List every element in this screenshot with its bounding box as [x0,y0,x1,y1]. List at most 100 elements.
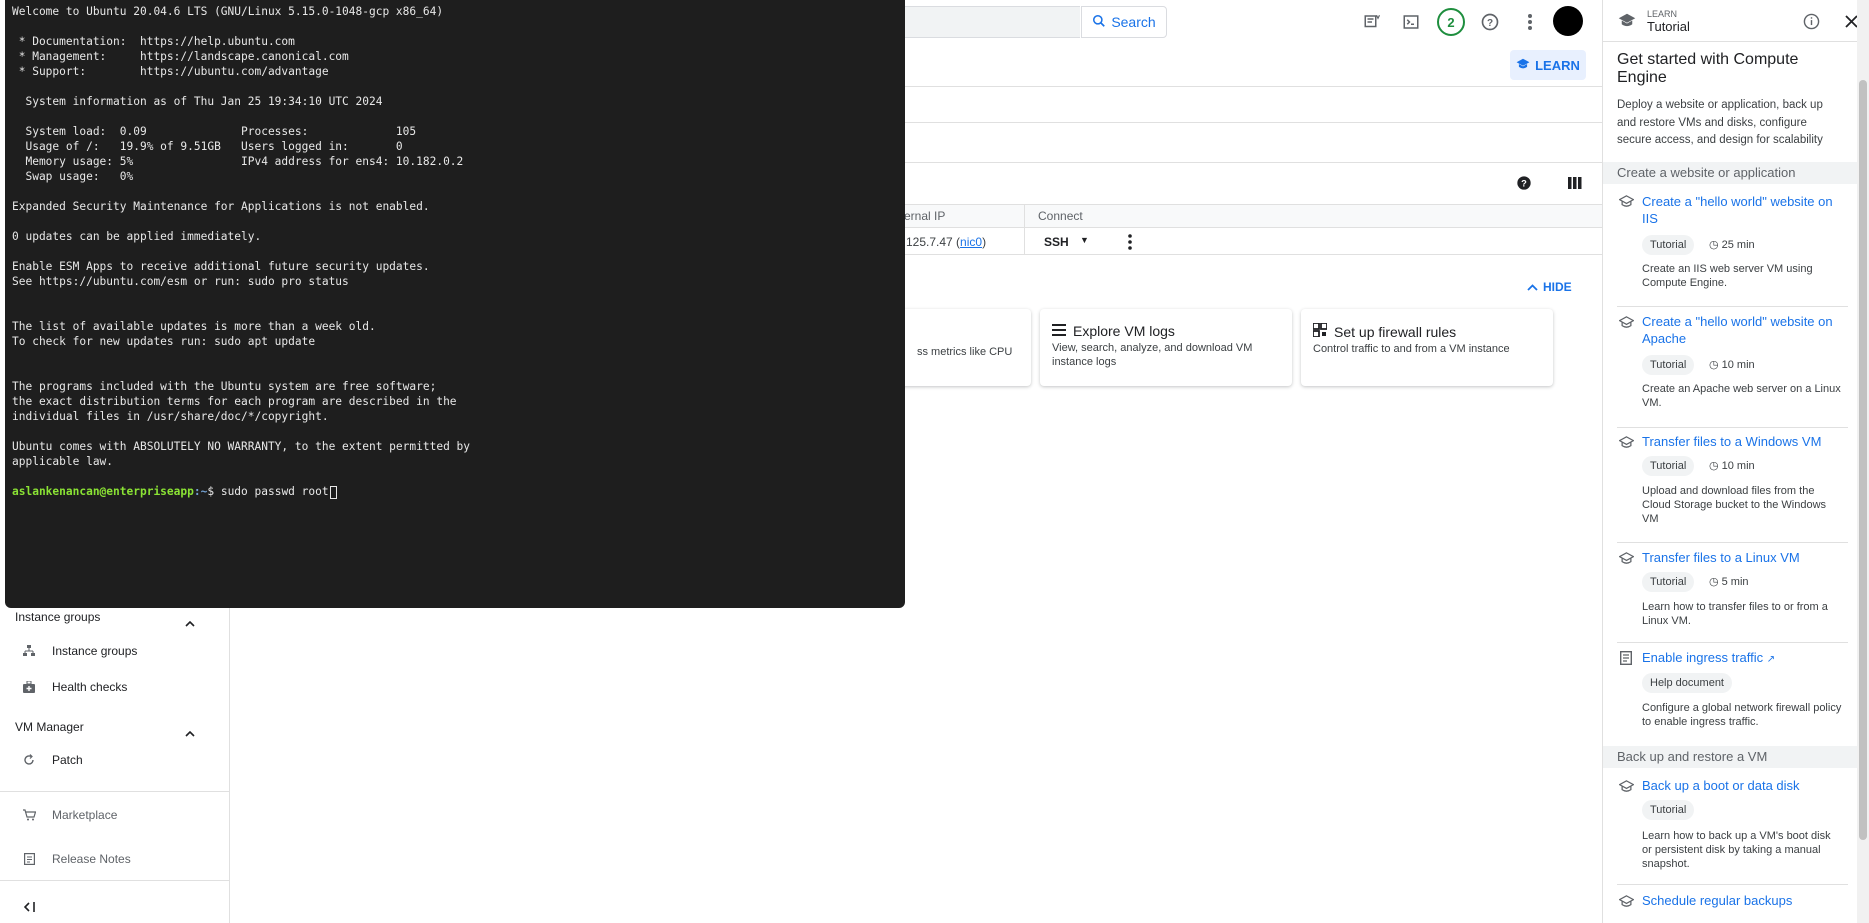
table-header: ernal IP Connect [900,204,1602,229]
terminal-cursor [329,485,337,499]
terminal-line: Swap usage: 0% [12,170,134,183]
scrollbar-thumb[interactable] [1859,80,1867,840]
cloud-shell-icon[interactable] [1399,10,1423,34]
tutorial-link[interactable]: Transfer files to a Windows VM [1642,433,1847,450]
tutorial-link[interactable]: Back up a boot or data disk [1642,777,1847,794]
terminal-prompt-line[interactable]: aslankenancan@enterpriseapp:~$ sudo pass… [12,485,337,499]
divider [1603,41,1858,42]
panel-title: Tutorial [1647,19,1690,34]
sidebar-item-label: Marketplace [52,808,118,822]
panel-kicker: LEARN [1647,9,1678,19]
table-row: 125.7.47 (nic0) SSH ▼ [900,229,1602,255]
panel-intro: Deploy a website or application, back up… [1617,99,1823,146]
prompt-path: :~ [193,485,208,498]
terminal-line: * Support: https://ubuntu.com/advantage [12,65,329,78]
tutorial-link[interactable]: Transfer files to a Linux VM [1642,549,1847,566]
sidebar-item-patch[interactable]: Patch [22,753,83,767]
document-icon [1618,650,1634,666]
announcement-icon[interactable] [1360,10,1384,34]
panel-heading: Get started with Compute Engine [1617,51,1799,86]
clock-icon: ◷ [1709,460,1719,472]
ssh-dropdown-icon[interactable]: ▼ [1080,235,1089,245]
avatar[interactable] [1553,6,1583,36]
ssh-terminal-window[interactable]: Welcome to Ubuntu 20.04.6 LTS (GNU/Linux… [5,0,905,608]
tutorial-link[interactable]: Schedule regular backups [1642,892,1847,909]
columns-icon[interactable] [1568,176,1586,192]
tutorial-desc: Configure a global network firewall poli… [1642,702,1842,728]
section-header: Create a website or application [1603,162,1858,184]
type-chip: Tutorial [1642,800,1695,820]
terminal-line: applicable law. [12,455,114,468]
terminal-line: Memory usage: 5% IPv4 address for ens4: … [12,155,464,168]
search-button[interactable]: Search [1081,6,1167,38]
help-icon[interactable]: ? [1478,10,1502,34]
svg-text:?: ? [1487,18,1493,29]
hide-button-label: HIDE [1543,280,1572,294]
tutorial-link[interactable]: Create a "hello world" website on IIS [1642,193,1847,227]
terminal-line: See https://ubuntu.com/esm or run: sudo … [12,275,349,288]
divider [1617,884,1848,885]
tutorial-desc: Learn how to back up a VM's boot disk or… [1642,830,1831,870]
tutorial-desc: Learn how to transfer files to or from a… [1642,601,1828,627]
prompt-user: aslankenancan@enterpriseapp [12,485,194,498]
help-doc-link[interactable]: Enable ingress traffic ↗ [1642,649,1847,668]
ssh-button[interactable]: SSH [1044,235,1069,249]
notes-icon [22,852,36,866]
type-chip: Tutorial [1642,572,1695,592]
tutorial-desc: Create an Apache web server on a Linux V… [1642,383,1841,409]
school-icon [1618,13,1636,33]
external-link-icon: ↗ [1766,654,1776,665]
terminal-command[interactable]: sudo passwd root [221,485,329,498]
nic-link[interactable]: nic0 [960,235,982,249]
sidebar-item-marketplace[interactable]: Marketplace [22,808,117,822]
more-vert-icon[interactable] [1518,10,1542,34]
clock-icon: ◷ [1709,239,1719,251]
chevron-up-icon [1527,280,1538,294]
sidebar-item-instance-groups[interactable]: Instance groups [22,644,137,658]
more-vert-icon[interactable] [1128,234,1132,253]
card-desc: View, search, analyze, and download VM i… [1052,342,1253,368]
info-icon[interactable] [1803,13,1820,35]
nav-section-vm-manager[interactable]: VM Manager [15,720,84,734]
type-chip: Tutorial [1642,456,1695,476]
search-button-label: Search [1111,14,1156,30]
terminal-line: The programs included with the Ubuntu sy… [12,380,437,393]
divider [1617,542,1848,543]
search-input[interactable] [880,6,1080,38]
card-desc: Control traffic to and from a VM instanc… [1313,343,1510,355]
cart-icon [22,808,36,822]
help-icon[interactable]: ? [1516,175,1534,193]
collapse-nav-icon[interactable] [23,900,36,915]
school-icon [1618,778,1634,794]
card-explore-vm-logs[interactable]: Explore VM logs View, search, analyze, a… [1040,309,1292,386]
learn-panel: LEARN Tutorial Get started with Compute … [1602,0,1869,923]
panel-scrollbar[interactable] [1857,0,1869,923]
terminal-line: Expanded Security Maintenance for Applic… [12,200,430,213]
nav-section-instance-groups[interactable]: Instance groups [15,610,100,624]
divider [0,791,230,792]
tutorial-link[interactable]: Create a "hello world" website on Apache [1642,313,1847,347]
divider [1617,642,1848,643]
school-icon [1618,193,1634,209]
sidebar-item-label: Health checks [52,680,128,694]
terminal-line: Welcome to Ubuntu 20.04.6 LTS (GNU/Linux… [12,5,444,18]
refresh-icon [22,753,36,767]
chevron-up-icon[interactable] [185,724,195,742]
sidebar-item-release-notes[interactable]: Release Notes [22,852,131,866]
divider [900,86,1602,87]
chevron-up-icon[interactable] [185,614,195,632]
hierarchy-icon [22,644,36,658]
duration: ◷ 10 min [1709,459,1755,473]
column-header-connect: Connect [1038,209,1083,223]
left-nav: Instance groups Instance groups Health c… [0,608,230,923]
notification-badge[interactable]: 2 [1437,8,1465,36]
card-firewall-rules[interactable]: Set up firewall rules Control traffic to… [1301,309,1553,386]
learn-button[interactable]: LEARN [1510,50,1586,80]
terminal-line: The list of available updates is more th… [12,320,376,333]
hide-button[interactable]: HIDE [1527,280,1572,294]
list-icon [1052,323,1066,339]
sidebar-item-health-checks[interactable]: Health checks [22,680,127,694]
terminal-line: * Documentation: https://help.ubuntu.com [12,35,295,48]
school-icon [1516,58,1530,73]
duration: ◷ 5 min [1709,575,1749,589]
